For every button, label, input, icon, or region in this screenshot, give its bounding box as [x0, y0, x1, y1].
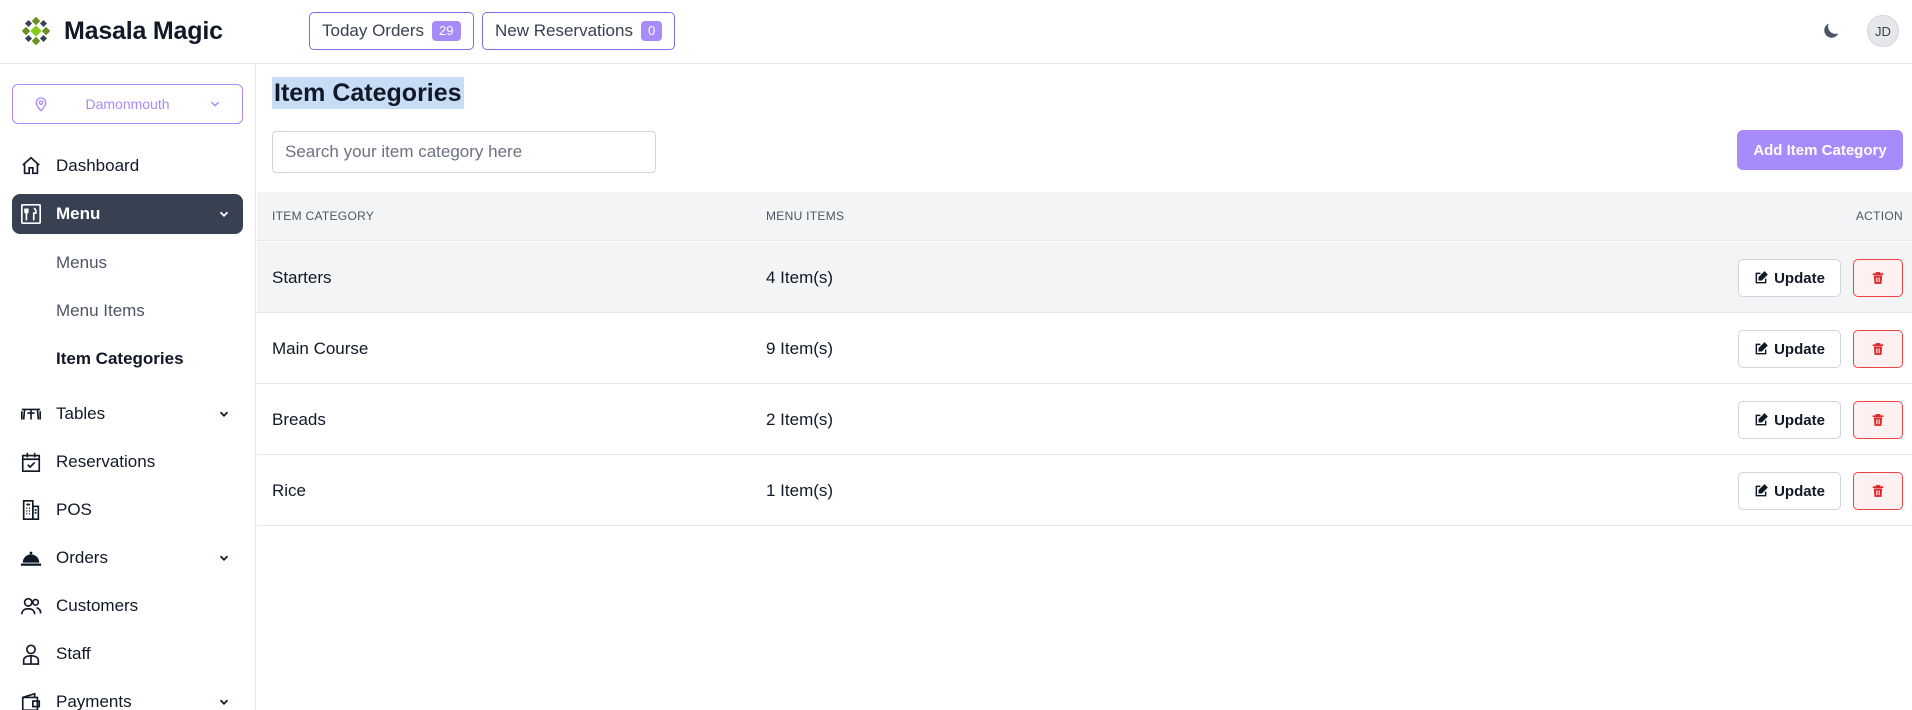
page-title: Item Categories: [272, 77, 464, 109]
table-icon: [21, 408, 41, 420]
new-reservations-count: 0: [640, 21, 663, 41]
app-name: Masala Magic: [64, 17, 223, 45]
sidebar-item-reservations[interactable]: Reservations: [12, 442, 243, 482]
table-row: Starters 4 Item(s) Update: [257, 242, 1912, 313]
chevron-down-icon: [219, 699, 229, 705]
avatar[interactable]: JD: [1867, 15, 1899, 47]
sidebar-item-label: Reservations: [56, 452, 156, 471]
edit-icon: [1755, 484, 1768, 497]
update-button[interactable]: Update: [1738, 330, 1841, 368]
sidebar-item-orders[interactable]: Orders: [12, 538, 243, 578]
users-icon: [21, 597, 42, 615]
table-row: Main Course 9 Item(s) Update: [257, 313, 1912, 384]
today-orders-count: 29: [432, 21, 461, 41]
calendar-check-icon: [21, 452, 41, 472]
category-name: Main Course: [272, 339, 369, 358]
logo-icon: [22, 17, 50, 45]
sidebar-item-label: Staff: [56, 644, 91, 663]
update-label: Update: [1774, 269, 1825, 287]
chevron-down-icon: [219, 555, 229, 561]
column-header-action: ACTION: [1855, 209, 1903, 223]
cloche-icon: [20, 551, 42, 566]
table-row: Rice 1 Item(s) Update: [257, 455, 1912, 526]
sidebar-item-label: Menu: [56, 204, 101, 223]
sidebar-item-tables[interactable]: Tables: [12, 394, 243, 434]
new-reservations-label: New Reservations: [495, 21, 633, 40]
sidebar: Damonmouth Dashboard Menu Menus Menu Ite…: [0, 64, 256, 710]
trash-icon: [1872, 414, 1884, 426]
today-orders-button[interactable]: Today Orders 29: [309, 12, 474, 50]
edit-icon: [1755, 271, 1768, 284]
sidebar-item-label: Tables: [56, 404, 106, 423]
sidebar-subitem-item-categories[interactable]: Item Categories: [56, 349, 184, 369]
update-button[interactable]: Update: [1738, 472, 1841, 510]
sidebar-item-payments[interactable]: Payments: [12, 682, 243, 710]
update-label: Update: [1774, 340, 1825, 358]
trash-icon: [1872, 343, 1884, 355]
update-label: Update: [1774, 411, 1825, 429]
table-header: ITEM CATEGORY MENU ITEMS ACTION: [257, 192, 1912, 241]
page-title-text: Item Categories: [272, 77, 464, 109]
update-button[interactable]: Update: [1738, 259, 1841, 297]
menu-item-count: 9 Item(s): [766, 339, 834, 358]
branch-name: Damonmouth: [85, 96, 170, 112]
trash-icon: [1872, 272, 1884, 284]
sidebar-item-staff[interactable]: Staff: [12, 634, 243, 674]
delete-button[interactable]: [1853, 330, 1903, 368]
home-icon: [22, 156, 40, 175]
sidebar-subitem-menu-items[interactable]: Menu Items: [56, 301, 145, 321]
pos-icon: [22, 500, 40, 520]
add-item-category-button[interactable]: Add Item Category: [1737, 130, 1903, 170]
sidebar-item-label: Dashboard: [56, 156, 140, 175]
update-label: Update: [1774, 482, 1825, 500]
new-reservations-button[interactable]: New Reservations 0: [482, 12, 676, 50]
trash-icon: [1872, 485, 1884, 497]
chevron-down-icon: [219, 411, 229, 417]
category-name: Rice: [272, 481, 307, 500]
delete-button[interactable]: [1853, 472, 1903, 510]
staff-icon: [22, 644, 40, 665]
chevron-down-icon: [219, 211, 229, 217]
category-name: Breads: [272, 410, 326, 429]
branch-selector[interactable]: Damonmouth: [12, 84, 243, 124]
column-header-item-category: ITEM CATEGORY: [272, 209, 375, 223]
menu-item-count: 4 Item(s): [766, 268, 834, 287]
sidebar-item-pos[interactable]: POS: [12, 490, 243, 530]
sidebar-item-customers[interactable]: Customers: [12, 586, 243, 626]
table-row: Breads 2 Item(s) Update: [257, 384, 1912, 455]
top-bar: Masala Magic Today Orders 29 New Reserva…: [0, 0, 1912, 64]
delete-button[interactable]: [1853, 401, 1903, 439]
update-button[interactable]: Update: [1738, 401, 1841, 439]
chevron-down-icon: [210, 101, 220, 107]
edit-icon: [1755, 342, 1768, 355]
today-orders-label: Today Orders: [322, 21, 425, 40]
delete-button[interactable]: [1853, 259, 1903, 297]
sidebar-item-label: POS: [56, 500, 92, 519]
wallet-icon: [21, 692, 41, 710]
menu-card-icon: [21, 204, 41, 224]
menu-item-count: 2 Item(s): [766, 410, 834, 429]
moon-icon[interactable]: [1820, 20, 1842, 42]
column-header-menu-items: MENU ITEMS: [766, 209, 845, 223]
sidebar-item-label: Payments: [56, 692, 132, 710]
search-input[interactable]: [272, 131, 656, 173]
sidebar-item-label: Orders: [56, 548, 108, 567]
main-content: Item Categories Add Item Category ITEM C…: [257, 64, 1912, 710]
menu-item-count: 1 Item(s): [766, 481, 834, 500]
edit-icon: [1755, 413, 1768, 426]
sidebar-item-label: Customers: [56, 596, 139, 615]
sidebar-subitem-menus[interactable]: Menus: [56, 253, 107, 273]
category-name: Starters: [272, 268, 332, 287]
sidebar-item-dashboard[interactable]: Dashboard: [12, 146, 243, 186]
sidebar-item-menu[interactable]: Menu: [12, 194, 243, 234]
location-pin-icon: [35, 97, 47, 112]
